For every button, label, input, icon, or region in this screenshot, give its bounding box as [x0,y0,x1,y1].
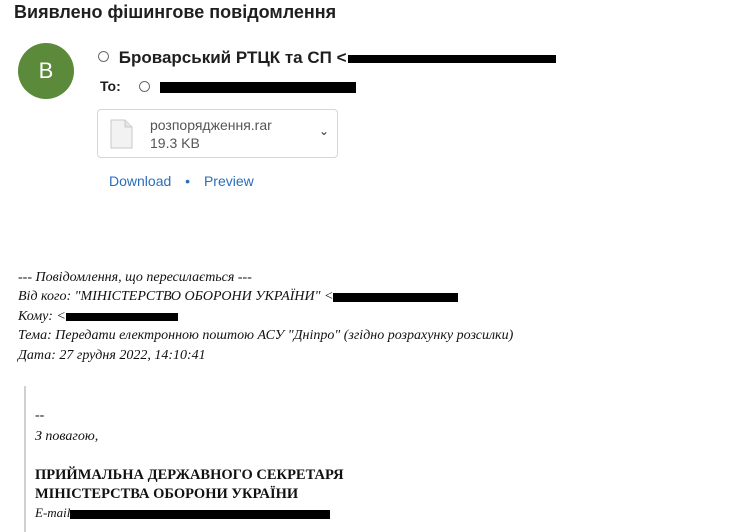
forwarded-from: Від кого: "МІНІСТЕРСТВО ОБОРОНИ УКРАЇНИ"… [18,287,513,306]
attachment-filename: розпорядження.rar [150,117,272,133]
sender-email-open: < [336,48,347,67]
signature-regards: З повагою, [35,429,99,444]
signature-email-label: E-mail [35,505,71,520]
chevron-down-icon[interactable]: ⌄ [319,124,329,138]
radio-icon[interactable] [98,51,109,63]
forwarded-subject: Тема: Передати електронною поштою АСУ "Д… [18,328,514,344]
signature-dash: -- [35,408,45,423]
signature-email-redaction [70,509,331,519]
attachment-card[interactable]: розпорядження.rar 19.3 KB ⌄ [97,109,338,158]
forwarded-to: Кому: < [18,307,513,326]
forwarded-date: Дата: 27 грудня 2022, 14:10:41 [18,347,206,363]
quote-bar [24,386,26,532]
forwarded-to-label: Кому: < [18,308,66,324]
forwarded-header-block: --- Повідомлення, що пересилається --- В… [18,268,513,365]
recipient-redaction [159,81,356,93]
forwarded-from-label: Від кого: "МІНІСТЕРСТВО ОБОРОНИ УКРАЇНИ"… [18,289,334,305]
signature-email: E-mail [35,505,331,521]
signature-org-line1: ПРИЙМАЛЬНА ДЕРЖАВНОГО СЕКРЕТАРЯ [35,467,344,483]
attachment-size: 19.3 KB [150,135,200,151]
email-subject: Виявлено фішингове повідомлення [14,2,337,22]
to-label: To: [100,78,121,94]
forwarded-header: --- Повідомлення, що пересилається --- [18,270,252,285]
sender-row: Броварський РТЦК та СП < [98,48,556,68]
action-separator: • [185,173,191,189]
file-icon [110,119,133,149]
forwarded-from-redaction [333,292,459,302]
preview-link[interactable]: Preview [204,173,254,189]
signature-org-line2: МІНІСТЕРСТВА ОБОРОНИ УКРАЇНИ [35,486,299,502]
radio-icon[interactable] [138,80,150,92]
sender-avatar: B [18,43,74,99]
sender-name: Броварський РТЦК та СП [118,48,332,67]
download-link[interactable]: Download [109,173,171,189]
attachment-actions: Download • Preview [109,173,254,189]
sender-email-redaction [347,54,556,63]
recipient-row: To: [100,78,356,94]
forwarded-to-redaction [65,312,178,321]
